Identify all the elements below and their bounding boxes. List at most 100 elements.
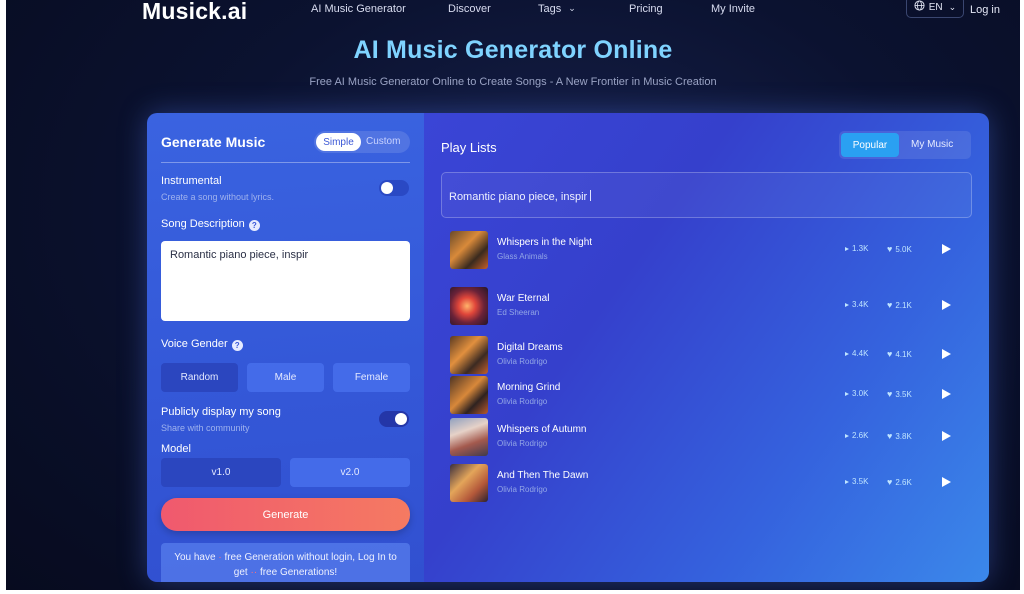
track-likes: ♥ 4.1K bbox=[887, 349, 912, 359]
track-cover-image bbox=[450, 376, 488, 414]
language-selector[interactable]: EN ⌄ bbox=[906, 0, 964, 18]
app-frame: Musick.ai AI Music Generator Discover Ta… bbox=[6, 0, 1020, 590]
generate-panel: Generate Music Simple Custom Instrumenta… bbox=[147, 113, 424, 582]
voice-random-button[interactable]: Random bbox=[161, 363, 238, 392]
model-v1-button[interactable]: v1.0 bbox=[161, 458, 281, 487]
track-artist: Olivia Rodrigo bbox=[497, 397, 548, 406]
nav-link-ai-music-generator[interactable]: AI Music Generator bbox=[311, 3, 406, 15]
track-artist: Glass Animals bbox=[497, 252, 548, 261]
track-title[interactable]: Whispers of Autumn bbox=[497, 424, 586, 435]
play-count-icon bbox=[845, 433, 849, 438]
free-count-highlight: · bbox=[218, 552, 222, 563]
generator-card: Generate Music Simple Custom Instrumenta… bbox=[147, 113, 989, 582]
notice-text: free Generation without login, Log In to bbox=[224, 552, 397, 563]
track-title[interactable]: Digital Dreams bbox=[497, 342, 563, 353]
instrumental-toggle[interactable] bbox=[379, 180, 409, 196]
like-count: 3.8K bbox=[895, 431, 912, 441]
instrumental-hint: Create a song without lyrics. bbox=[161, 192, 275, 202]
chevron-down-icon: ⌄ bbox=[948, 1, 957, 12]
play-count: 3.0K bbox=[852, 389, 869, 398]
voice-male-button[interactable]: Male bbox=[247, 363, 324, 392]
login-link[interactable]: Log in bbox=[970, 4, 1000, 16]
track-row[interactable]: Morning Grind Olivia Rodrigo 3.0K ♥ 3.5K bbox=[450, 376, 970, 416]
play-count: 1.3K bbox=[852, 244, 869, 253]
help-icon[interactable]: ? bbox=[231, 340, 243, 351]
track-likes: ♥ 2.6K bbox=[887, 477, 912, 487]
playlist-tabs: Popular My Music bbox=[839, 131, 971, 159]
track-title[interactable]: War Eternal bbox=[497, 293, 549, 304]
song-description-label-text: Song Description bbox=[161, 218, 245, 230]
generate-button[interactable]: Generate bbox=[161, 498, 410, 531]
nav-link-pricing[interactable]: Pricing bbox=[629, 3, 663, 15]
track-likes: ♥ 3.5K bbox=[887, 389, 912, 399]
track-title[interactable]: Whispers in the Night bbox=[497, 237, 592, 248]
track-plays: 3.5K bbox=[845, 477, 868, 486]
track-likes: ♥ 5.0K bbox=[887, 244, 912, 254]
play-icon[interactable] bbox=[942, 477, 951, 487]
track-cover-image bbox=[450, 287, 488, 325]
mode-custom-button[interactable]: Custom bbox=[366, 136, 400, 147]
voice-gender-label-text: Voice Gender bbox=[161, 338, 228, 350]
mode-simple-button[interactable]: Simple bbox=[316, 133, 361, 151]
nav-link-my-invite[interactable]: My Invite bbox=[711, 3, 755, 15]
track-title[interactable]: Morning Grind bbox=[497, 382, 560, 393]
page-title: AI Music Generator Online bbox=[353, 36, 673, 64]
public-display-label: Publicly display my song bbox=[161, 406, 281, 418]
public-display-toggle[interactable] bbox=[379, 411, 409, 427]
track-plays: 2.6K bbox=[845, 431, 868, 440]
track-row[interactable]: Whispers of Autumn Olivia Rodrigo 2.6K ♥ 3.8… bbox=[450, 418, 970, 458]
notice-text: get bbox=[233, 567, 248, 578]
play-count: 3.4K bbox=[852, 300, 869, 309]
notice-text: free Generations! bbox=[259, 567, 338, 578]
play-icon[interactable] bbox=[942, 244, 951, 254]
playlist-search-field[interactable]: Romantic piano piece, inspir bbox=[441, 172, 972, 218]
heart-icon: ♥ bbox=[887, 389, 893, 399]
logo[interactable]: Musick.ai bbox=[142, 0, 247, 25]
instrumental-label: Instrumental bbox=[161, 175, 222, 187]
track-likes: ♥ 3.8K bbox=[887, 431, 912, 441]
divider bbox=[161, 162, 410, 163]
notice-text: You have bbox=[174, 552, 216, 563]
playlist-panel: Play Lists Popular My Music Romantic pia… bbox=[424, 113, 989, 582]
play-icon[interactable] bbox=[942, 300, 951, 310]
text-cursor bbox=[590, 190, 592, 201]
playlist-search-value: Romantic piano piece, inspir bbox=[449, 191, 588, 203]
like-count: 3.5K bbox=[895, 389, 912, 399]
help-icon[interactable]: ? bbox=[248, 220, 260, 231]
heart-icon: ♥ bbox=[887, 477, 893, 487]
like-count: 5.0K bbox=[895, 244, 912, 254]
play-count-icon bbox=[845, 302, 849, 307]
track-title[interactable]: And Then The Dawn bbox=[497, 470, 588, 481]
song-description-input[interactable]: Romantic piano piece, inspir bbox=[161, 241, 410, 321]
track-row[interactable]: War Eternal Ed Sheeran 3.4K ♥ 2.1K bbox=[450, 287, 970, 327]
play-count-icon bbox=[845, 351, 849, 356]
chevron-down-icon: ⌄ bbox=[568, 3, 576, 13]
globe-icon bbox=[914, 0, 925, 14]
play-count-icon bbox=[845, 246, 849, 251]
nav-link-tags[interactable]: Tags ⌄ bbox=[538, 3, 576, 15]
playlist-title: Play Lists bbox=[441, 140, 497, 155]
model-v2-button[interactable]: v2.0 bbox=[290, 458, 410, 487]
track-row[interactable]: And Then The Dawn Olivia Rodrigo 3.5K ♥ 2.6K bbox=[450, 464, 970, 504]
like-count: 4.1K bbox=[895, 349, 912, 359]
voice-female-button[interactable]: Female bbox=[333, 363, 410, 392]
play-count: 3.5K bbox=[852, 477, 869, 486]
play-icon[interactable] bbox=[942, 389, 951, 399]
like-count: 2.1K bbox=[895, 300, 912, 310]
track-cover-image bbox=[450, 418, 488, 456]
tab-my-music[interactable]: My Music bbox=[911, 139, 953, 150]
nav-link-discover[interactable]: Discover bbox=[448, 3, 491, 15]
heart-icon: ♥ bbox=[887, 244, 893, 254]
free-count-highlight: ·· bbox=[250, 567, 258, 578]
track-artist: Olivia Rodrigo bbox=[497, 485, 548, 494]
track-row[interactable]: Digital Dreams Olivia Rodrigo 4.4K ♥ 4.1K bbox=[450, 336, 970, 376]
track-cover-image bbox=[450, 231, 488, 269]
tab-popular[interactable]: Popular bbox=[841, 133, 899, 157]
play-count-icon bbox=[845, 391, 849, 396]
track-artist: Ed Sheeran bbox=[497, 308, 540, 317]
page-subtitle: Free AI Music Generator Online to Create… bbox=[309, 76, 717, 88]
play-icon[interactable] bbox=[942, 431, 951, 441]
track-row[interactable]: Whispers in the Night Glass Animals 1.3K ♥ 5… bbox=[450, 231, 970, 271]
play-icon[interactable] bbox=[942, 349, 951, 359]
play-count: 2.6K bbox=[852, 431, 869, 440]
